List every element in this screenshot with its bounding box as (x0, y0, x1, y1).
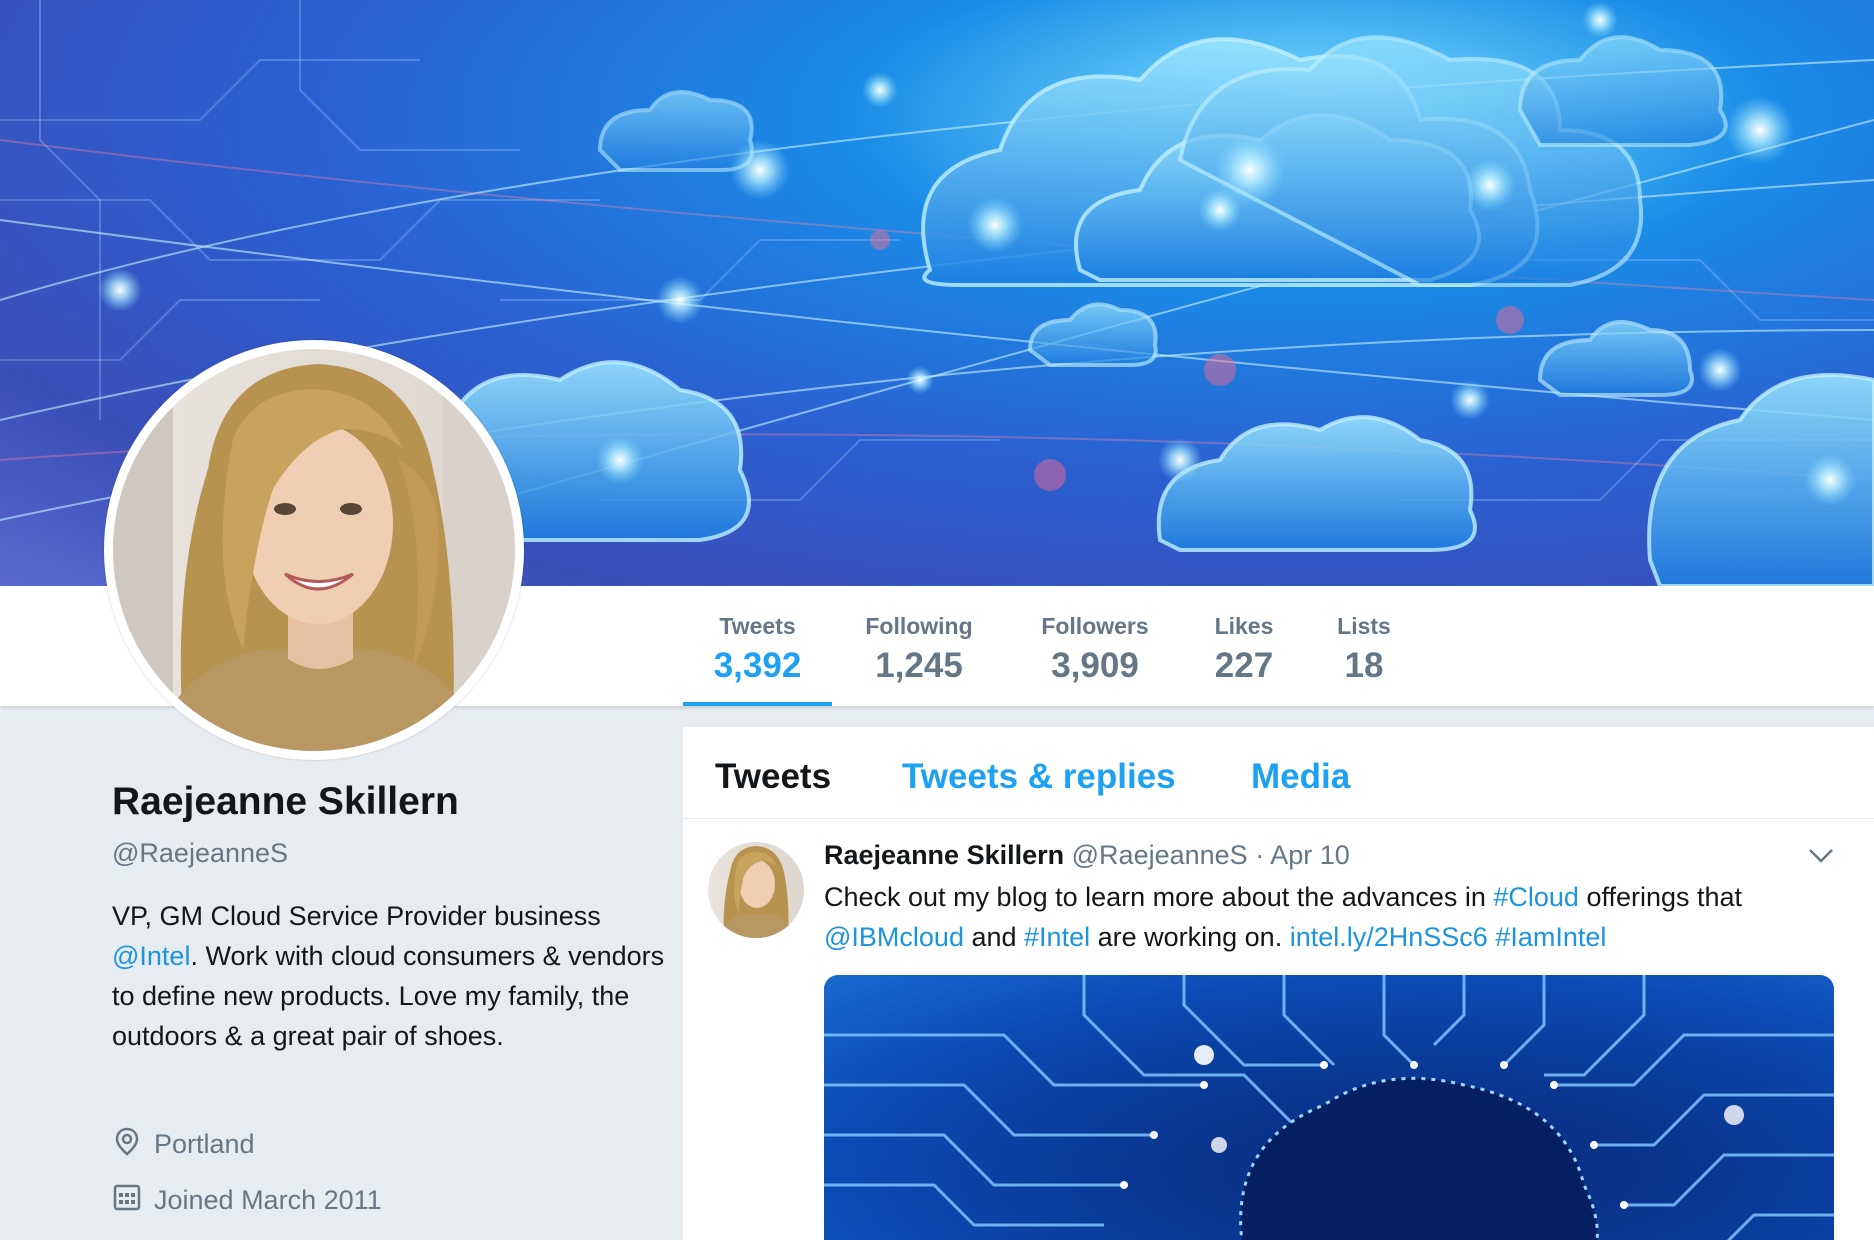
stat-following[interactable]: Following 1,245 (857, 586, 981, 706)
tweet-author-name[interactable]: Raejeanne Skillern (824, 840, 1064, 870)
hashtag-link[interactable]: #Intel (1024, 922, 1090, 952)
tweet-avatar[interactable] (708, 842, 804, 938)
tweet-text-segment: are working on. (1090, 922, 1290, 952)
stat-label: Followers (1041, 613, 1149, 639)
tweet-text: Check out my blog to learn more about th… (824, 877, 1844, 957)
stat-value: 18 (1344, 646, 1384, 685)
tweet-header: Raejeanne Skillern @RaejeanneS · Apr 10 (824, 840, 1350, 871)
stat-label: Likes (1214, 613, 1274, 639)
profile-handle[interactable]: @RaejeanneS (112, 838, 288, 869)
bio-mention-link[interactable]: @Intel (112, 941, 190, 971)
hashtag-link[interactable]: #Cloud (1493, 882, 1579, 912)
stat-label: Lists (1337, 613, 1391, 639)
profile-page: Tweets 3,392 Following 1,245 Followers 3… (0, 0, 1874, 1240)
tweet-timestamp[interactable]: Apr 10 (1270, 840, 1350, 870)
profile-location: Portland (112, 1126, 255, 1163)
chevron-down-icon[interactable] (1808, 847, 1834, 870)
stat-value: 1,245 (875, 646, 963, 685)
url-link[interactable]: intel.ly/2HnSSc6 (1290, 922, 1488, 952)
bio-text: VP, GM Cloud Service Provider business (112, 901, 601, 931)
calendar-icon (112, 1182, 154, 1219)
tweet-text-segment: offerings that (1578, 882, 1743, 912)
bio-text: . Work with cloud consumers & vendors to… (112, 941, 665, 1051)
stat-value: 3,392 (713, 646, 802, 685)
avatar-photo (113, 349, 515, 751)
tweet-item[interactable]: Raejeanne Skillern @RaejeanneS · Apr 10 … (683, 819, 1874, 1240)
location-pin-icon (112, 1126, 154, 1163)
tab-media[interactable]: Media (1251, 757, 1350, 797)
tweet-separator: · (1255, 840, 1265, 870)
stat-followers[interactable]: Followers 3,909 (1032, 586, 1158, 706)
tweet-media-image[interactable] (824, 975, 1834, 1240)
joined-text: Joined March 2011 (154, 1185, 382, 1215)
tweet-text-segment: Check out my blog to learn more about th… (824, 882, 1494, 912)
stat-tweets[interactable]: Tweets 3,392 (683, 586, 832, 706)
stat-value: 227 (1214, 646, 1274, 685)
tab-tweets-replies[interactable]: Tweets & replies (902, 757, 1176, 797)
stat-value: 3,909 (1051, 646, 1139, 685)
timeline-tabs: Tweets Tweets & replies Media (683, 727, 1874, 819)
stat-lists[interactable]: Lists 18 (1328, 586, 1400, 706)
stat-label: Following (865, 613, 973, 639)
stat-label: Tweets (719, 613, 796, 639)
stat-likes[interactable]: Likes 227 (1205, 586, 1283, 706)
tweet-text-segment: and (963, 922, 1025, 952)
mention-link[interactable]: @IBMcloud (824, 922, 964, 952)
timeline-panel: Tweets Tweets & replies Media Raejeanne … (683, 727, 1874, 1240)
profile-name[interactable]: Raejeanne Skillern (112, 780, 459, 824)
tweet-author-handle[interactable]: @RaejeanneS (1072, 840, 1248, 870)
location-text: Portland (154, 1129, 255, 1159)
profile-joined: Joined March 2011 (112, 1182, 382, 1219)
profile-bio: VP, GM Cloud Service Provider business @… (112, 896, 672, 1056)
profile-avatar[interactable] (104, 340, 524, 760)
hashtag-link[interactable]: #IamIntel (1495, 922, 1606, 952)
tab-tweets[interactable]: Tweets (715, 757, 831, 797)
